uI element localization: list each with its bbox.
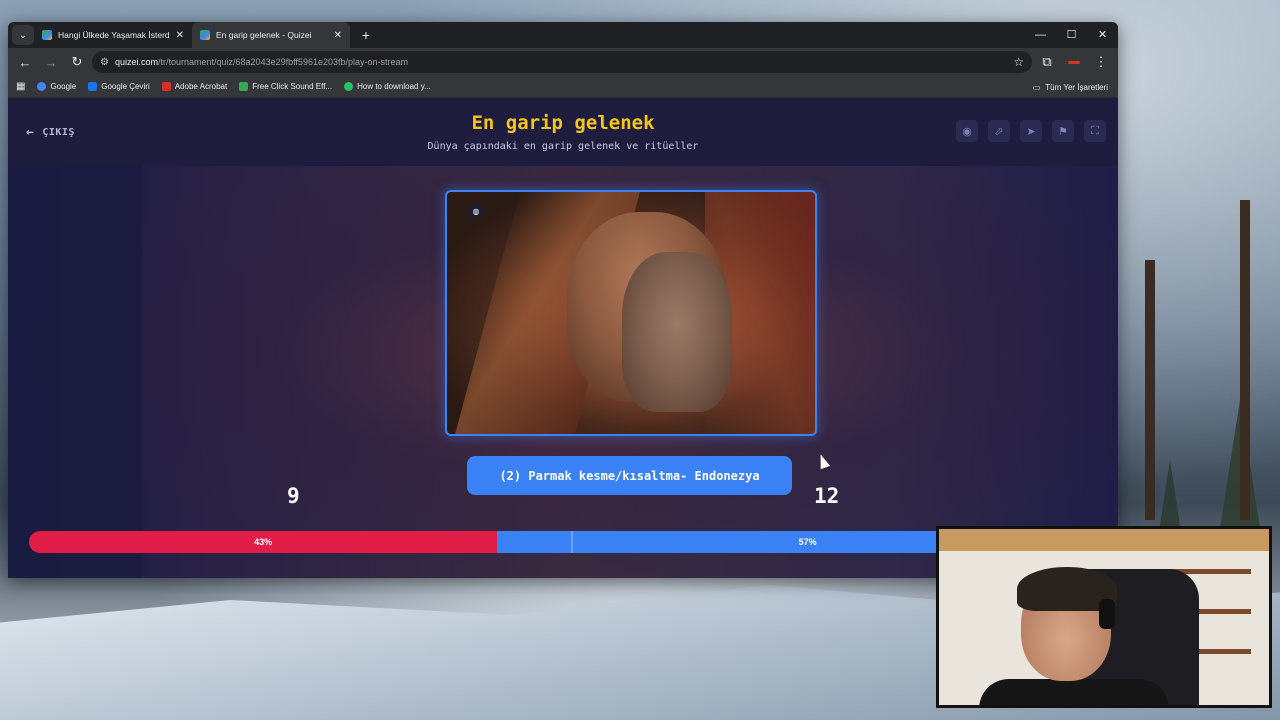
tab-search-button[interactable]: ⌄	[12, 25, 34, 45]
image-source-icon[interactable]: ◍	[469, 204, 483, 218]
bookmark-adobe-acrobat[interactable]: Adobe Acrobat	[161, 82, 228, 91]
acrobat-icon	[161, 82, 171, 91]
bookmark-label: Adobe Acrobat	[174, 82, 228, 91]
quiz-subtitle: Dünya çapındaki en garip gelenek ve ritü…	[427, 141, 699, 152]
browser-window: ⌄ Hangi Ülkede Yaşamak İsterdin ✕ En gar…	[8, 22, 1118, 578]
apps-icon[interactable]: ▦	[16, 81, 25, 92]
webcam-overlay	[936, 526, 1272, 708]
tab-inactive[interactable]: Hangi Ülkede Yaşamak İsterdin ✕	[34, 22, 192, 48]
score-right: 12	[814, 484, 840, 508]
answer-button[interactable]: (2) Parmak kesme/kısaltma- Endonezya	[467, 456, 792, 495]
bookmark-free-click-sound[interactable]: Free Click Sound Eff...	[239, 82, 332, 91]
webcam-ceiling	[939, 529, 1269, 551]
tab-strip: ⌄ Hangi Ülkede Yaşamak İsterdin ✕ En gar…	[8, 22, 1118, 48]
vote-left-label: 43%	[254, 537, 273, 547]
url-host: quizei.com	[114, 57, 158, 67]
vote-divider	[571, 531, 574, 553]
send-icon[interactable]: ➤	[1020, 120, 1042, 142]
sound-effects-icon	[239, 82, 249, 91]
tab-favicon-icon	[200, 30, 210, 40]
google-icon	[37, 82, 47, 91]
site-info-icon[interactable]: ⚙	[100, 57, 109, 68]
tree-trunk	[1145, 260, 1155, 520]
tab-active[interactable]: En garip gelenek - Quizei ✕	[192, 22, 350, 48]
all-bookmarks-label: Tüm Yer İşaretleri	[1045, 82, 1108, 92]
download-icon	[344, 82, 354, 91]
bookmark-google-translate[interactable]: Google Çeviri	[88, 82, 150, 91]
quiz-header: ← ÇIKIŞ En garip gelenek Dünya çapındaki…	[8, 98, 1118, 166]
quiz-title: En garip gelenek	[471, 112, 655, 134]
headphone-icon	[1099, 599, 1115, 629]
image-detail	[622, 252, 732, 412]
address-bar[interactable]: ⚙ quizei.com/tr/tournament/quiz/68a2043e…	[92, 51, 1032, 73]
flag-icon[interactable]: ⚑	[1052, 120, 1074, 142]
bookmark-google[interactable]: Google	[37, 82, 76, 91]
left-panel-shade	[8, 166, 142, 578]
score-left: 9	[287, 484, 300, 508]
all-bookmarks[interactable]: ▭ Tüm Yer İşaretleri	[1033, 76, 1108, 98]
menu-icon[interactable]: ⋮	[1090, 51, 1112, 73]
vote-left-segment: 43%	[29, 531, 498, 553]
streamer-body	[979, 679, 1169, 705]
maximize-icon[interactable]: ☐	[1056, 22, 1087, 48]
tab-title: En garip gelenek - Quizei	[216, 30, 312, 40]
bookmark-label: Google Çeviri	[101, 82, 150, 91]
extensions-icon[interactable]: ⧉	[1036, 51, 1058, 73]
minimize-icon[interactable]: —	[1025, 22, 1056, 48]
eye-icon[interactable]: ◉	[956, 120, 978, 142]
fullscreen-icon[interactable]: ⛶	[1084, 120, 1106, 142]
window-controls: — ☐ ✕	[1025, 22, 1118, 48]
share-icon[interactable]: ⬀	[988, 120, 1010, 142]
bookmark-how-to-download[interactable]: How to download y...	[344, 82, 431, 91]
translate-icon	[88, 82, 98, 91]
browser-toolbar: ← → ↻ ⚙ quizei.com/tr/tournament/quiz/68…	[8, 48, 1118, 76]
close-icon[interactable]: ✕	[334, 30, 342, 41]
bookmark-label: Google	[50, 82, 77, 91]
new-tab-button[interactable]: +	[354, 27, 378, 43]
bookmark-label: Free Click Sound Eff...	[252, 82, 333, 91]
tree-trunk	[1240, 200, 1250, 520]
quiz-page: ← ÇIKIŞ En garip gelenek Dünya çapındaki…	[8, 98, 1118, 578]
vote-right-label: 57%	[798, 537, 817, 547]
close-icon[interactable]: ✕	[176, 30, 184, 41]
url-path: /tr/tournament/quiz/68a2043e29fbff5961e2…	[158, 57, 409, 67]
tab-favicon-icon	[42, 30, 52, 40]
folder-icon: ▭	[1032, 82, 1041, 92]
quiz-tools: ◉ ⬀ ➤ ⚑ ⛶	[956, 120, 1106, 142]
bookmark-label: How to download y...	[357, 82, 431, 91]
reload-icon[interactable]: ↻	[66, 51, 88, 73]
option-image-card[interactable]: ◍	[445, 190, 817, 436]
bookmarks-bar: ▦ Google Google Çeviri Adobe Acrobat Fre…	[8, 76, 1118, 98]
close-window-icon[interactable]: ✕	[1087, 22, 1118, 48]
forward-icon[interactable]: →	[40, 51, 62, 73]
back-icon[interactable]: ←	[14, 51, 36, 73]
extension-indicator[interactable]	[1068, 60, 1080, 64]
tab-title: Hangi Ülkede Yaşamak İsterdin	[58, 30, 170, 40]
bookmark-star-icon[interactable]: ☆	[1013, 55, 1024, 69]
